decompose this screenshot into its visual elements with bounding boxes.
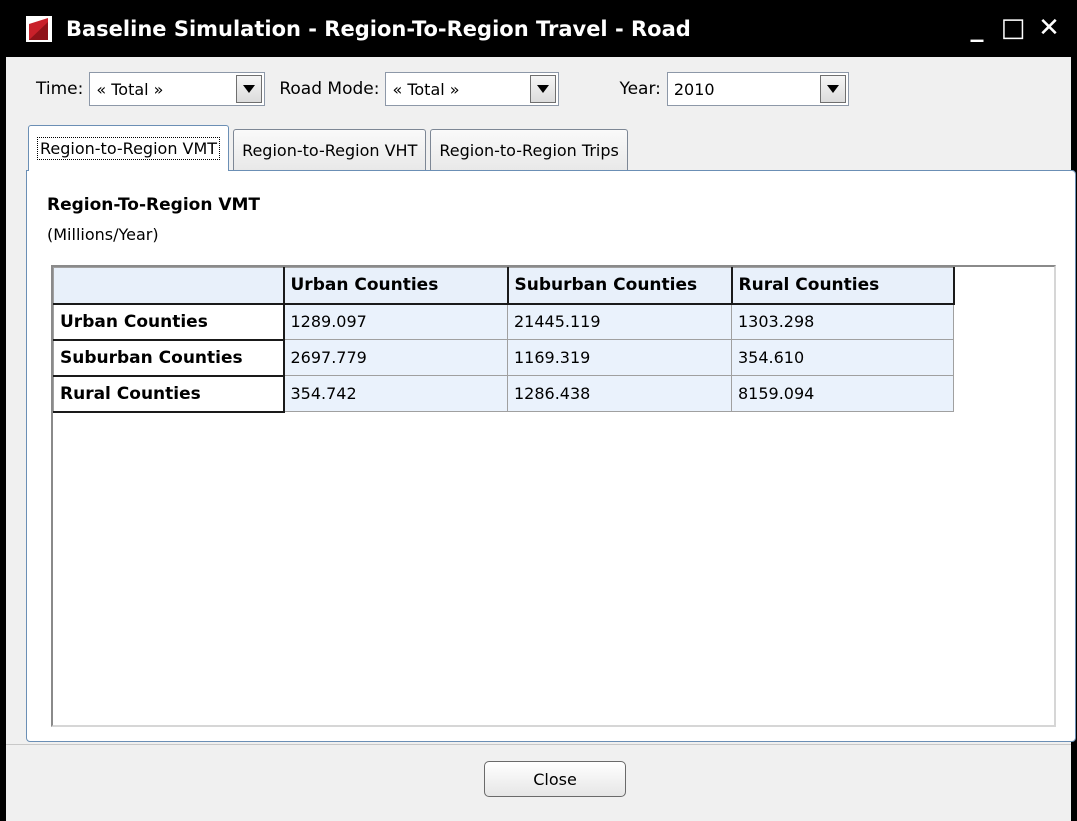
- tab-vht-label: Region-to-Region VHT: [242, 141, 418, 160]
- table-cell[interactable]: 1286.438: [507, 375, 732, 412]
- panel-heading: Region-To-Region VMT: [47, 195, 261, 215]
- table-cell[interactable]: 8159.094: [731, 375, 954, 412]
- tab-vmt-label: Region-to-Region VMT: [37, 137, 221, 160]
- chevron-down-icon[interactable]: [530, 75, 557, 103]
- column-header[interactable]: Suburban Counties: [507, 267, 733, 305]
- time-select-value: « Total »: [96, 79, 164, 99]
- close-button[interactable]: Close: [484, 761, 626, 797]
- road-mode-select[interactable]: « Total »: [385, 72, 560, 106]
- table-cell[interactable]: 1169.319: [507, 339, 732, 376]
- time-label: Time:: [36, 79, 84, 99]
- year-label: Year:: [619, 79, 661, 99]
- panel-subheading: (Millions/Year): [47, 225, 159, 244]
- app-logo-icon: [26, 15, 52, 42]
- table-cell[interactable]: 21445.119: [507, 303, 732, 340]
- row-header[interactable]: Rural Counties: [53, 375, 285, 413]
- minimize-button[interactable]: _: [959, 10, 995, 46]
- table-cell[interactable]: 354.610: [731, 339, 954, 376]
- dialog-footer: Close: [6, 744, 1071, 821]
- maximize-button[interactable]: □: [995, 10, 1031, 46]
- column-header[interactable]: Urban Counties: [283, 267, 509, 305]
- corner-cell: [53, 267, 285, 305]
- dialog-window: Baseline Simulation - Region-To-Region T…: [0, 0, 1077, 821]
- tab-vmt[interactable]: Region-to-Region VMT: [28, 125, 230, 171]
- chevron-down-icon[interactable]: [236, 75, 263, 103]
- table-row: Urban Counties 1289.097 21445.119 1303.2…: [53, 303, 954, 341]
- road-mode-select-value: « Total »: [392, 79, 460, 99]
- minimize-icon: _: [970, 13, 984, 43]
- row-header[interactable]: Suburban Counties: [53, 339, 285, 377]
- data-grid[interactable]: Urban Counties Suburban Counties Rural C…: [51, 265, 1056, 727]
- tab-strip: Region-to-Region VMT Region-to-Region VH…: [28, 125, 632, 171]
- vmt-table: Urban Counties Suburban Counties Rural C…: [53, 267, 955, 413]
- table-cell[interactable]: 1303.298: [731, 303, 954, 340]
- table-row: Rural Counties 354.742 1286.438 8159.094: [53, 375, 954, 413]
- close-button-label: Close: [533, 769, 577, 789]
- filter-toolbar: Time: « Total » Road Mode: « Total » Yea…: [6, 57, 1071, 121]
- row-header[interactable]: Urban Counties: [53, 303, 285, 341]
- chevron-down-icon[interactable]: [819, 75, 846, 103]
- table-cell[interactable]: 1289.097: [283, 303, 508, 340]
- table-cell[interactable]: 354.742: [283, 375, 508, 412]
- close-window-button[interactable]: ✕: [1031, 10, 1067, 46]
- tab-panel-vmt: Region-To-Region VMT (Millions/Year) Urb…: [26, 170, 1076, 742]
- maximize-icon: □: [1000, 13, 1026, 43]
- table-header-row: Urban Counties Suburban Counties Rural C…: [53, 267, 955, 305]
- column-header[interactable]: Rural Counties: [731, 267, 955, 305]
- year-select[interactable]: 2010: [666, 72, 849, 106]
- table-cell[interactable]: 2697.779: [283, 339, 508, 376]
- title-bar[interactable]: Baseline Simulation - Region-To-Region T…: [6, 0, 1071, 57]
- year-select-value: 2010: [673, 79, 715, 99]
- road-mode-label: Road Mode:: [279, 79, 380, 99]
- close-icon: ✕: [1038, 13, 1060, 43]
- tab-trips-label: Region-to-Region Trips: [439, 141, 619, 160]
- window-title: Baseline Simulation - Region-To-Region T…: [66, 16, 691, 41]
- tab-vht[interactable]: Region-to-Region VHT: [233, 129, 427, 171]
- tab-trips[interactable]: Region-to-Region Trips: [430, 129, 628, 171]
- table-row: Suburban Counties 2697.779 1169.319 354.…: [53, 339, 954, 377]
- time-select[interactable]: « Total »: [89, 72, 266, 106]
